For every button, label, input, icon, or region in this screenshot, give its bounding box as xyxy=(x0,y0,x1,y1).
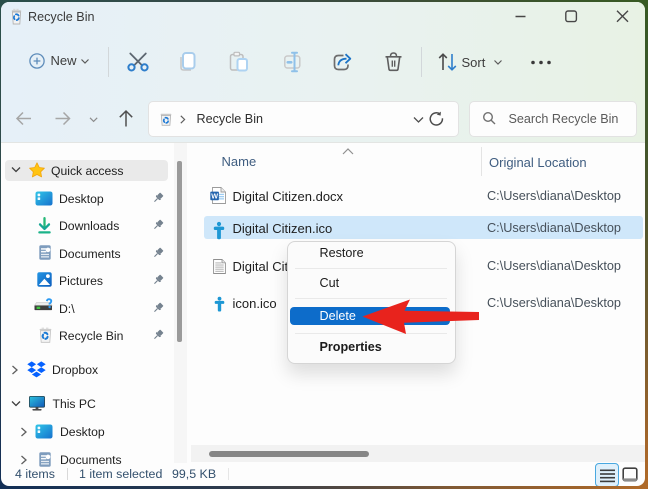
svg-text:W: W xyxy=(211,191,218,200)
